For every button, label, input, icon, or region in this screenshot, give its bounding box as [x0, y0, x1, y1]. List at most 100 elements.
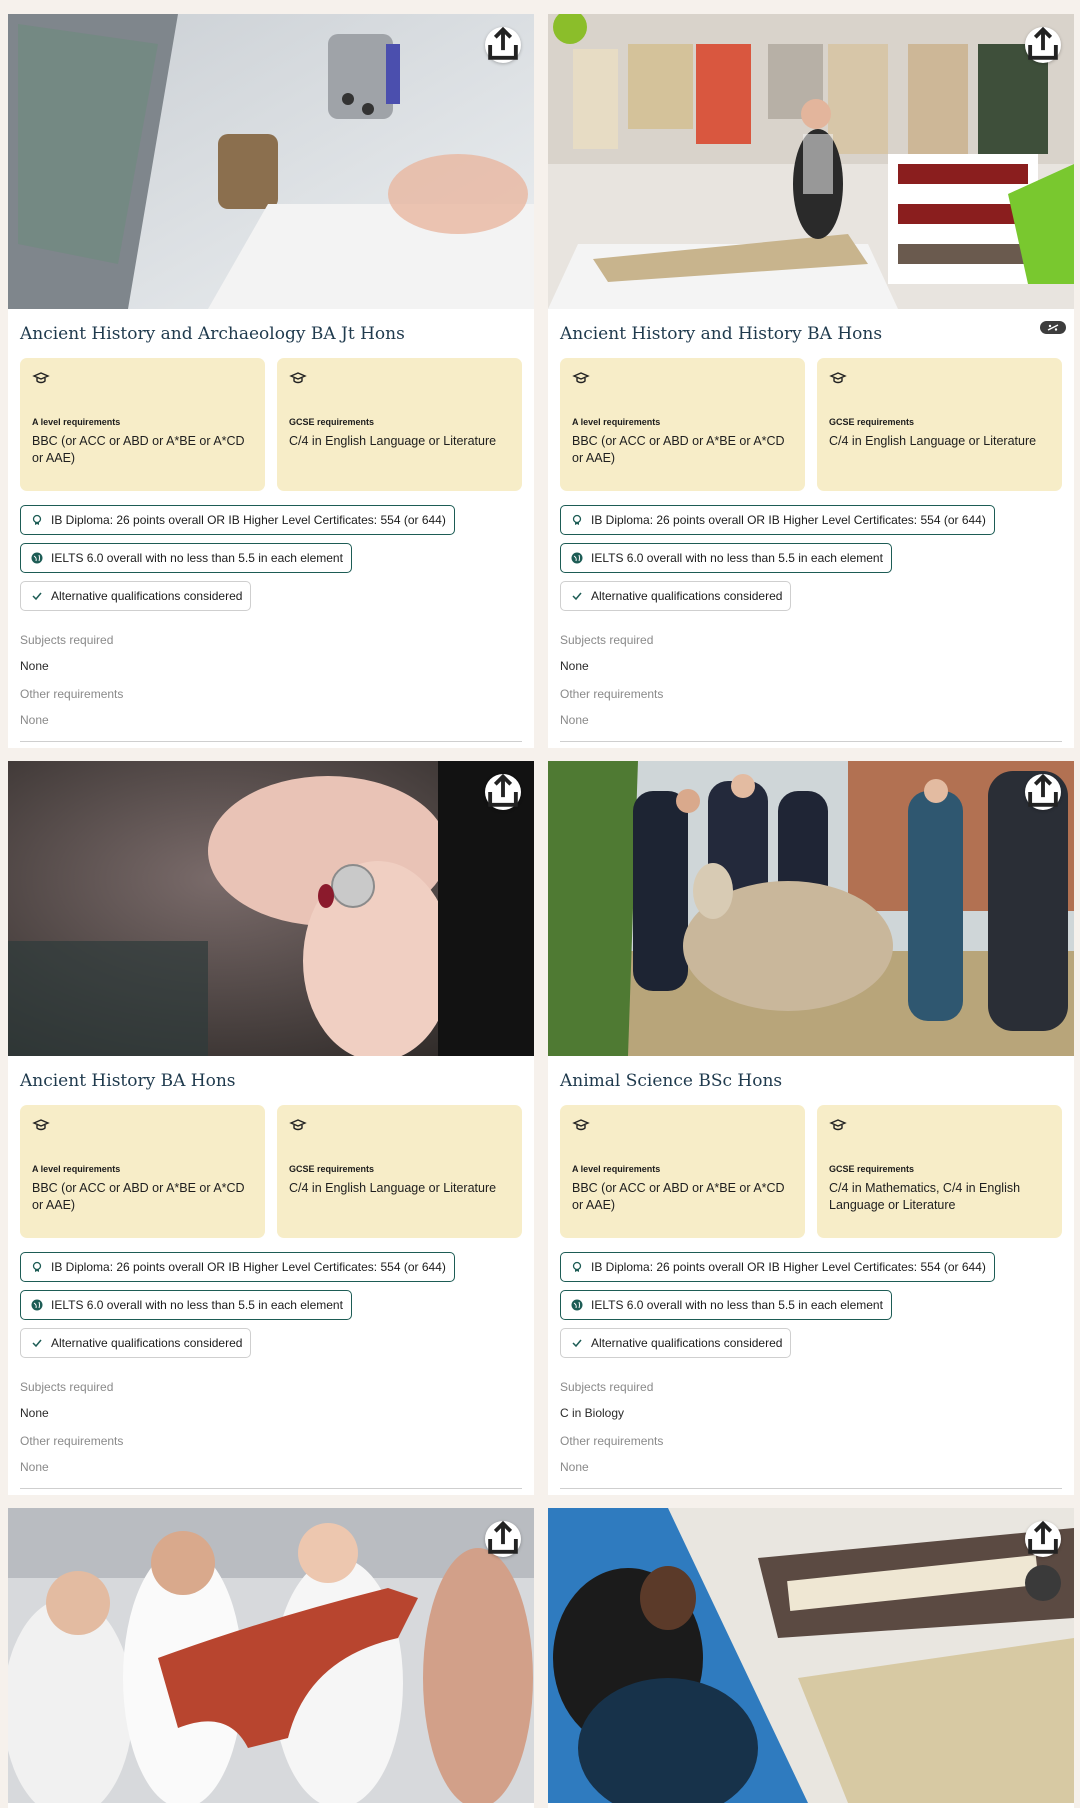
a-level-value: BBC (or ACC or ABD or A*BE or A*CD or AA… [572, 434, 785, 465]
gcse-requirements: GCSE requirements C/4 in English Languag… [277, 1105, 522, 1238]
alt-text: Alternative qualifications considered [51, 589, 243, 603]
ib-text: IB Diploma: 26 points overall OR IB High… [591, 513, 986, 527]
share-icon [1028, 1521, 1058, 1554]
globe-icon [571, 552, 583, 564]
subjects-label: Subjects required [20, 1380, 114, 1394]
course-photo-sheep [548, 761, 1074, 1056]
graduation-cap-icon [32, 1119, 50, 1131]
graduation-cap-icon [32, 372, 50, 384]
ib-text: IB Diploma: 26 points overall OR IB High… [51, 1260, 446, 1274]
ielts-requirement-pill: IELTS 6.0 overall with no less than 5.5 … [560, 543, 892, 573]
course-card[interactable]: Ancient History BA Hons A level requirem… [8, 761, 534, 1495]
course-photo-map [548, 1508, 1074, 1803]
a-level-value: BBC (or ACC or ABD or A*BE or A*CD or AA… [32, 1181, 245, 1212]
alt-text: Alternative qualifications considered [591, 1336, 783, 1350]
a-level-value: BBC (or ACC or ABD or A*BE or A*CD or AA… [572, 1181, 785, 1212]
course-title[interactable]: Animal Science BSc Hons [560, 1070, 1062, 1092]
alt-text: Alternative qualifications considered [51, 1336, 243, 1350]
share-button[interactable] [485, 774, 521, 810]
gcse-requirements: GCSE requirements C/4 in Mathematics, C/… [817, 1105, 1062, 1238]
course-card[interactable]: Ancient History and History BA Hons A le… [548, 14, 1074, 748]
ib-requirement-pill: IB Diploma: 26 points overall OR IB High… [560, 1252, 995, 1282]
course-card[interactable]: Animal Science BSc Hons A level requirem… [548, 761, 1074, 1495]
globe-icon [31, 1299, 43, 1311]
ielts-text: IELTS 6.0 overall with no less than 5.5 … [591, 551, 883, 565]
ielts-text: IELTS 6.0 overall with no less than 5.5 … [51, 551, 343, 565]
course-photo-anatomy [8, 1508, 534, 1803]
ib-requirement-pill: IB Diploma: 26 points overall OR IB High… [560, 505, 995, 535]
ib-requirement-pill: IB Diploma: 26 points overall OR IB High… [20, 1252, 455, 1282]
alternative-qualifications-pill: Alternative qualifications considered [560, 581, 792, 611]
ib-badge-icon [572, 514, 582, 525]
check-icon [32, 592, 42, 601]
share-button[interactable] [485, 1521, 521, 1557]
other-requirements-label: Other requirements [560, 1434, 664, 1448]
graduation-cap-icon [572, 372, 590, 384]
divider [20, 1488, 522, 1489]
course-title[interactable]: Ancient History and Archaeology BA Jt Ho… [20, 323, 522, 345]
other-requirements-label: Other requirements [20, 1434, 124, 1448]
graduation-cap-icon [289, 1119, 307, 1131]
subjects-label: Subjects required [20, 633, 114, 647]
check-icon [572, 1339, 582, 1348]
course-card[interactable]: Ancient History and Archaeology BA Jt Ho… [8, 14, 534, 748]
ielts-requirement-pill: IELTS 6.0 overall with no less than 5.5 … [20, 543, 352, 573]
subjects-label: Subjects required [560, 633, 654, 647]
share-button[interactable] [1025, 774, 1061, 810]
globe-icon [31, 552, 43, 564]
course-title[interactable]: Ancient History BA Hons [20, 1070, 522, 1092]
gcse-label: GCSE requirements [289, 1164, 375, 1174]
gcse-label: GCSE requirements [289, 417, 375, 427]
divider [560, 741, 1062, 742]
ib-requirement-pill: IB Diploma: 26 points overall OR IB High… [20, 505, 455, 535]
a-level-requirements: A level requirements BBC (or ACC or ABD … [20, 1105, 265, 1238]
other-requirements-label: Other requirements [560, 687, 664, 701]
ib-text: IB Diploma: 26 points overall OR IB High… [591, 1260, 986, 1274]
subjects-label: Subjects required [560, 1380, 654, 1394]
gcse-value: C/4 in English Language or Literature [829, 434, 1037, 448]
other-requirements-value: None [20, 713, 49, 727]
alt-text: Alternative qualifications considered [591, 589, 783, 603]
share-icon [488, 1521, 518, 1554]
alternative-qualifications-pill: Alternative qualifications considered [20, 1328, 252, 1358]
share-icon [488, 27, 518, 60]
course-title[interactable]: Ancient History and History BA Hons [560, 323, 1062, 345]
other-requirements-value: None [560, 713, 589, 727]
globe-icon [571, 1299, 583, 1311]
gcse-value: C/4 in Mathematics, C/4 in English Langu… [829, 1181, 1021, 1212]
gcse-value: C/4 in English Language or Literature [289, 434, 497, 448]
share-button[interactable] [485, 27, 521, 63]
a-level-requirements: A level requirements BBC (or ACC or ABD … [560, 1105, 805, 1238]
subjects-value: None [20, 659, 49, 673]
alternative-qualifications-pill: Alternative qualifications considered [20, 581, 252, 611]
a-level-requirements: A level requirements BBC (or ACC or ABD … [20, 358, 265, 491]
ib-text: IB Diploma: 26 points overall OR IB High… [51, 513, 446, 527]
ielts-requirement-pill: IELTS 6.0 overall with no less than 5.5 … [20, 1290, 352, 1320]
ib-badge-icon [32, 514, 42, 525]
share-icon [488, 774, 518, 807]
a-level-label: A level requirements [572, 417, 661, 427]
divider [20, 741, 522, 742]
course-card[interactable] [8, 1508, 534, 1808]
graduation-cap-icon [829, 372, 847, 384]
share-icon [1028, 27, 1058, 60]
subjects-value: C in Biology [560, 1406, 625, 1420]
course-photo-archaeology [8, 14, 534, 309]
share-button[interactable] [1025, 27, 1061, 63]
check-icon [572, 592, 582, 601]
graduation-cap-icon [572, 1119, 590, 1131]
subjects-value: None [20, 1406, 49, 1420]
accessibility-toggle-icon[interactable] [1040, 321, 1066, 334]
ielts-requirement-pill: IELTS 6.0 overall with no less than 5.5 … [560, 1290, 892, 1320]
graduation-cap-icon [289, 372, 307, 384]
gcse-label: GCSE requirements [829, 417, 915, 427]
other-requirements-value: None [560, 1460, 589, 1474]
course-card[interactable] [548, 1508, 1074, 1808]
course-grid: Ancient History and Archaeology BA Jt Ho… [8, 14, 1075, 1808]
ielts-text: IELTS 6.0 overall with no less than 5.5 … [51, 1298, 343, 1312]
gcse-requirements: GCSE requirements C/4 in English Languag… [277, 358, 522, 491]
other-requirements-value: None [20, 1460, 49, 1474]
a-level-label: A level requirements [32, 1164, 121, 1174]
other-requirements-label: Other requirements [20, 687, 124, 701]
share-button[interactable] [1025, 1521, 1061, 1557]
